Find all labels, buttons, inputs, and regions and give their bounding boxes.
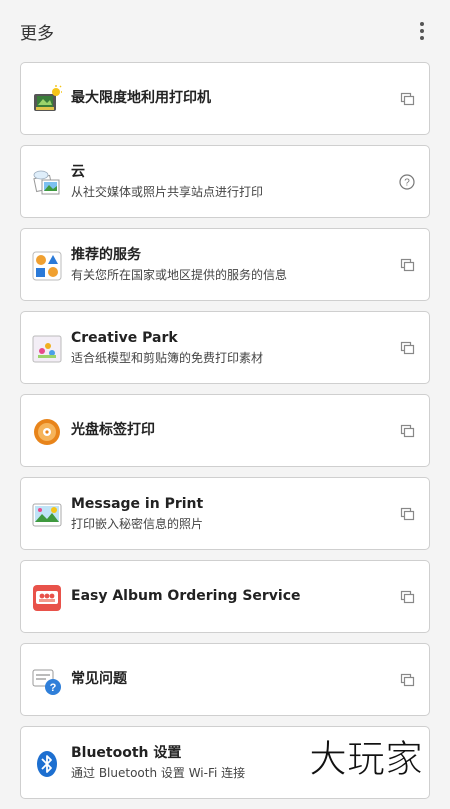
- item-title: 云: [71, 163, 85, 180]
- list-item-easy-album[interactable]: Easy Album Ordering Service: [20, 560, 430, 633]
- list-item-creative-park[interactable]: Creative Park 适合纸模型和剪贴簿的免费打印素材: [20, 311, 430, 384]
- app-header: 更多: [0, 0, 450, 62]
- external-link-icon: [400, 507, 415, 521]
- item-title: Creative Park: [71, 329, 178, 346]
- page-title: 更多: [20, 24, 54, 44]
- external-link-icon: [400, 92, 415, 106]
- list-item-message-in-print[interactable]: Message in Print 打印嵌入秘密信息的照片: [20, 477, 430, 550]
- item-title: Message in Print: [71, 495, 204, 512]
- printer-photo-icon: [34, 85, 62, 111]
- disc-icon: [34, 419, 60, 445]
- help-icon[interactable]: ?: [399, 174, 415, 190]
- list-item-disc-label-print[interactable]: 光盘标签打印: [20, 394, 430, 467]
- item-subtitle: 从社交媒体或照片共享站点进行打印: [71, 184, 264, 199]
- watermark-text: 大玩家: [309, 737, 423, 781]
- svg-text:?: ?: [50, 682, 57, 694]
- item-title: 最大限度地利用打印机: [71, 90, 211, 106]
- external-link-icon: [400, 258, 415, 272]
- item-title: 常见问题: [71, 671, 127, 687]
- external-link-icon: [400, 590, 415, 604]
- item-title: 推荐的服务: [71, 246, 141, 263]
- item-title: Easy Album Ordering Service: [71, 588, 301, 604]
- item-subtitle: 打印嵌入秘密信息的照片: [71, 516, 204, 531]
- item-subtitle: 有关您所在国家或地区提供的服务的信息: [71, 267, 288, 282]
- external-link-icon: [400, 673, 415, 687]
- watermark-logo: 大玩家: [308, 737, 423, 782]
- external-link-icon: [400, 341, 415, 355]
- item-subtitle: 适合纸模型和剪贴簿的免费打印素材: [71, 350, 264, 365]
- bluetooth-icon: [37, 751, 57, 777]
- list-item-recommended-services[interactable]: 推荐的服务 有关您所在国家或地区提供的服务的信息: [20, 228, 430, 301]
- cloud-photos-icon: [33, 170, 60, 195]
- more-vertical-icon[interactable]: [414, 20, 430, 42]
- faq-icon: ?: [32, 669, 61, 695]
- more-list: 最大限度地利用打印机 云 从社交媒体或照片共享站点进行打印 ? 推荐的服务 有关…: [20, 62, 430, 809]
- list-item-faq[interactable]: ? 常见问题: [20, 643, 430, 716]
- list-item-cloud[interactable]: 云 从社交媒体或照片共享站点进行打印 ?: [20, 145, 430, 218]
- creative-park-icon: [32, 335, 62, 363]
- message-photo-icon: [32, 503, 62, 527]
- svg-text:?: ?: [404, 178, 410, 189]
- album-icon: [33, 585, 61, 611]
- list-item-maximize-printer[interactable]: 最大限度地利用打印机: [20, 62, 430, 135]
- shapes-icon: [32, 251, 62, 281]
- external-link-icon: [400, 424, 415, 438]
- item-title: 光盘标签打印: [71, 422, 155, 438]
